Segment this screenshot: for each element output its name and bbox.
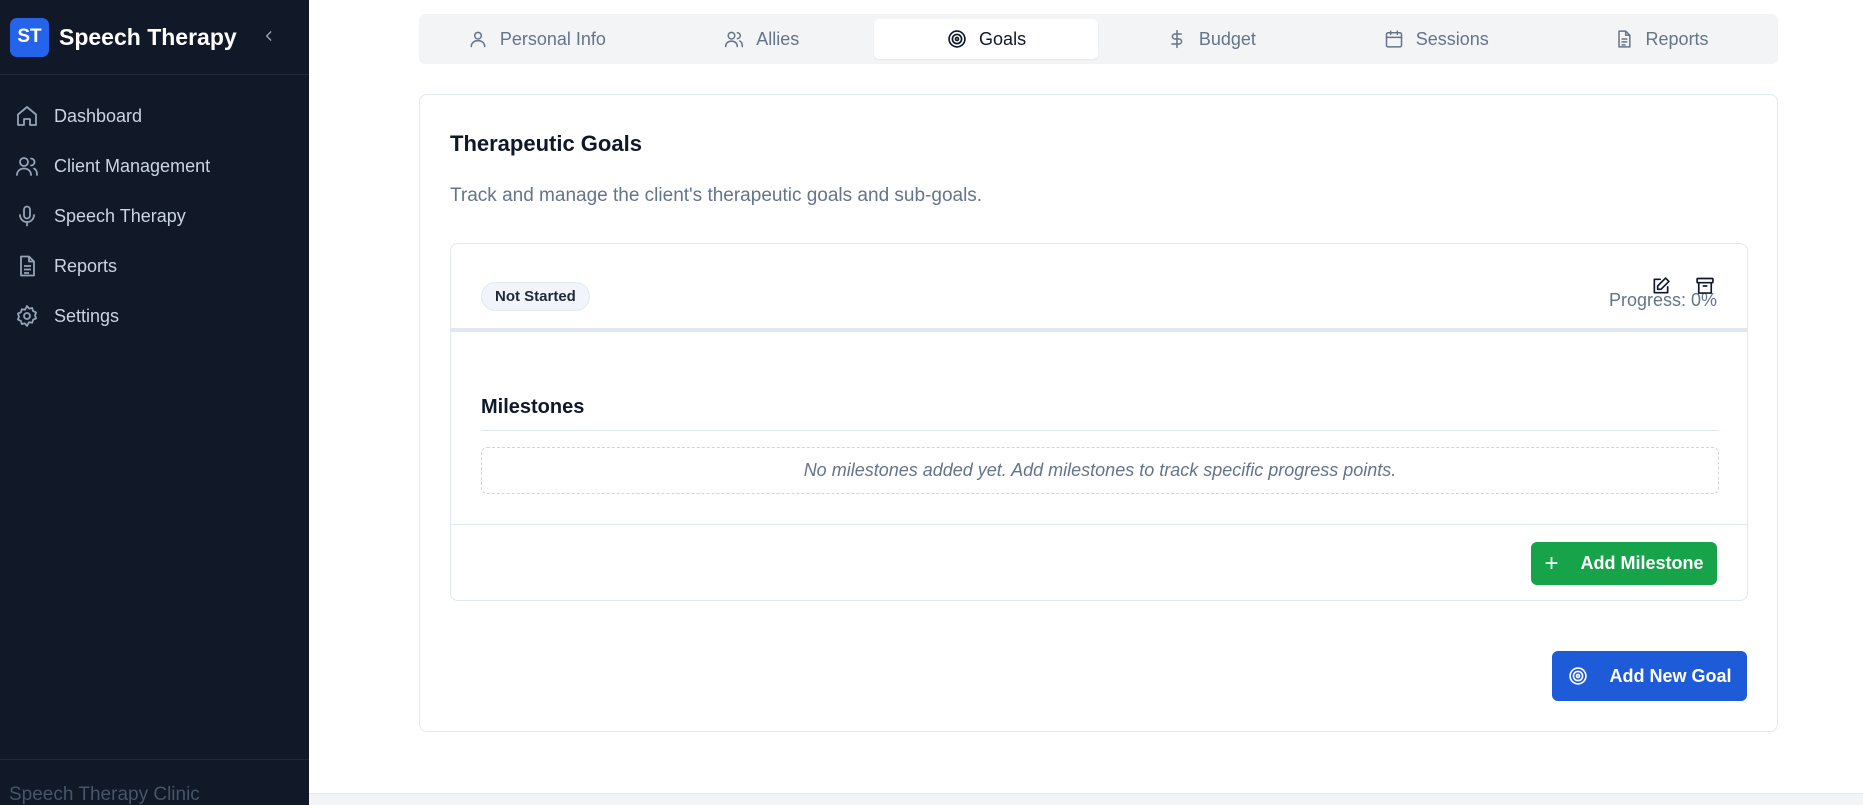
target-icon [1567,665,1589,687]
status-badge: Not Started [481,282,590,311]
sidebar-item-label: Dashboard [54,105,143,126]
edit-goal-button[interactable] [1649,274,1673,298]
main-panel: Personal Info Allies Goals Budget Sessio… [309,0,1863,793]
brand-header: ST Speech Therapy [0,0,309,75]
footer-strip [309,793,1863,805]
user-icon [467,28,489,50]
sidebar-item-settings[interactable]: Settings [0,291,309,341]
users-icon [14,153,40,179]
tab-sessions[interactable]: Sessions [1323,19,1548,59]
main-content: Personal Info Allies Goals Budget Sessio… [309,0,1863,805]
home-icon [14,103,40,129]
tab-label: Allies [756,28,800,49]
brand-title: Speech Therapy [59,23,237,50]
tab-budget[interactable]: Budget [1098,19,1323,59]
sidebar-item-speech-therapy[interactable]: Speech Therapy [0,191,309,241]
tab-label: Reports [1645,28,1709,49]
edit-icon [1653,277,1670,294]
sidebar-item-label: Settings [54,305,120,326]
tab-reports[interactable]: Reports [1548,19,1773,59]
archive-goal-button[interactable] [1693,274,1717,298]
document-icon [14,253,40,279]
divider [481,430,1719,431]
goals-card: Therapeutic Goals Track and manage the c… [419,94,1778,732]
add-new-goal-button[interactable]: Add New Goal [1552,651,1747,701]
document-icon [1613,28,1635,50]
tab-label: Personal Info [499,28,606,49]
collapse-sidebar-button[interactable] [259,26,279,46]
page-description: Track and manage the client's therapeuti… [450,185,983,206]
sidebar-item-dashboard[interactable]: Dashboard [0,91,309,141]
sidebar-item-reports[interactable]: Reports [0,241,309,291]
archive-icon [1696,277,1714,294]
add-milestone-label: Add Milestone [1580,553,1704,573]
sidebar-item-client-management[interactable]: Client Management [0,141,309,191]
tab-label: Goals [979,28,1027,49]
milestones-empty-state: No milestones added yet. Add milestones … [481,447,1719,494]
sidebar-item-label: Reports [54,255,118,276]
tab-personal-info[interactable]: Personal Info [424,19,649,59]
tab-allies[interactable]: Allies [649,19,874,59]
gear-icon [14,303,40,329]
page-title: Therapeutic Goals [450,131,642,156]
sidebar: ST Speech Therapy Dashboard Client Manag… [0,0,309,805]
tab-bar: Personal Info Allies Goals Budget Sessio… [419,14,1778,64]
sidebar-footer: Speech Therapy Clinic [0,759,309,805]
milestones-title: Milestones [481,396,585,418]
sidebar-item-label: Speech Therapy [54,205,186,226]
divider [451,524,1747,525]
plus-icon: + [1544,549,1559,577]
tab-label: Budget [1198,28,1256,49]
sidebar-item-label: Client Management [54,155,211,176]
microphone-icon [14,203,40,229]
users-icon [723,28,745,50]
tab-label: Sessions [1415,28,1489,49]
goal-card: Not Started Progress: 0% Milestones No m… [450,243,1748,601]
add-milestone-button[interactable]: + Add Milestone [1531,542,1717,585]
goal-header: Not Started Progress: 0% [451,244,1747,332]
target-icon [946,28,968,50]
calendar-icon [1383,28,1405,50]
dollar-icon [1166,28,1188,50]
add-new-goal-label: Add New Goal [1609,665,1732,686]
chevron-left-icon [265,31,272,41]
tab-goals[interactable]: Goals [873,19,1099,59]
sidebar-nav: Dashboard Client Management Speech Thera… [0,91,309,341]
brand-logo: ST [10,17,49,57]
